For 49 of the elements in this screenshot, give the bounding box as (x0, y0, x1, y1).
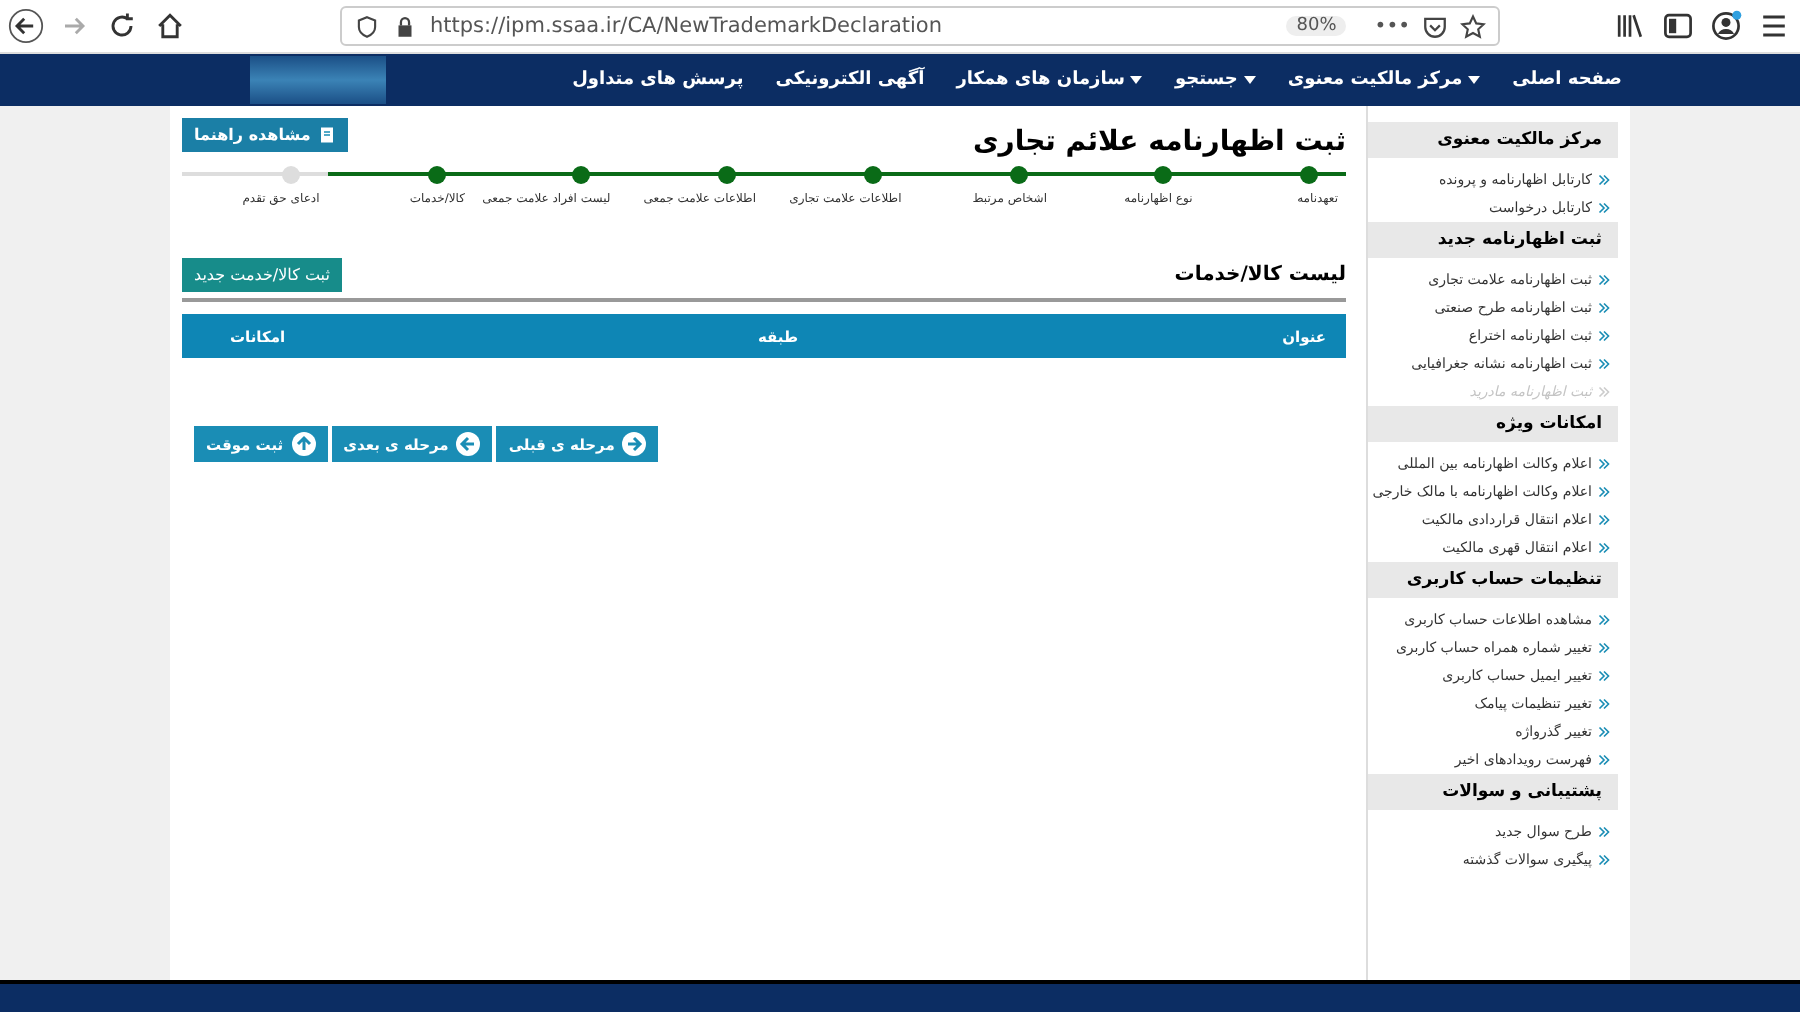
chevron-icon (1598, 386, 1610, 398)
sidebar-heading: امکانات ویژه (1368, 406, 1618, 442)
sidebar-heading: مرکز مالکیت معنوی (1368, 122, 1618, 158)
back-icon[interactable] (8, 8, 44, 44)
chevron-icon (1598, 754, 1610, 766)
nav-link[interactable]: جستجو (1174, 70, 1238, 90)
chevron-icon (1598, 514, 1610, 526)
page-actions-menu[interactable]: ••• (1374, 15, 1410, 37)
guide-button[interactable]: مشاهده راهنما (182, 118, 349, 152)
add-item-button[interactable]: ثبت کالا/خدمت جدید (182, 258, 342, 292)
url-text: https://ipm.ssaa.ir/CA/NewTrademarkDeclaration (430, 14, 944, 38)
logo-banner (250, 56, 386, 104)
sidebar-heading: تنظیمات حساب کاربری (1368, 562, 1618, 598)
zoom-level[interactable]: 80% (1286, 16, 1347, 36)
arrow-icon (622, 432, 647, 456)
chevron-icon (1598, 826, 1610, 838)
page-title: ثبت اظهارنامه علائم تجاری (972, 126, 1346, 158)
chevron-icon (1598, 274, 1610, 286)
chevron-icon (1598, 486, 1610, 498)
chevron-icon (1598, 614, 1610, 626)
arrow-icon (291, 432, 316, 456)
pocket-icon[interactable] (1422, 13, 1448, 39)
nav-link[interactable]: سازمان های همکار (956, 70, 1125, 90)
star-icon[interactable] (1460, 13, 1486, 39)
sidebar-heading: ثبت اظهارنامه جدید (1368, 222, 1618, 258)
address-bar[interactable]: https://ipm.ssaa.ir/CA/NewTrademarkDeclaration 80% ••• (340, 6, 1500, 46)
chevron-icon (1598, 358, 1610, 370)
account-icon[interactable] (1708, 8, 1744, 44)
nav-link[interactable]: مرکز مالکیت معنوی (1287, 70, 1463, 90)
nav-link[interactable]: صفحه اصلی (1512, 70, 1622, 90)
nav-link[interactable]: پرسش های متداول (572, 70, 744, 90)
sidebar-icon[interactable] (1660, 8, 1696, 44)
chevron-icon (1598, 302, 1610, 314)
arrow-icon (456, 432, 481, 456)
nav-link[interactable]: آگهی الکترونیکی (775, 70, 925, 90)
chevron-icon (1598, 542, 1610, 554)
chevron-icon (1598, 854, 1610, 866)
chevron-icon (1598, 698, 1610, 710)
chevron-icon (1598, 174, 1610, 186)
sidebar-heading: پشتیبانی و سوالات (1368, 774, 1618, 810)
chevron-icon (1598, 330, 1610, 342)
shield-icon (354, 13, 380, 39)
chevron-icon (1598, 458, 1610, 470)
chevron-icon (1598, 202, 1610, 214)
book-icon (318, 126, 337, 144)
chevron-icon (1598, 670, 1610, 682)
chevron-icon (1598, 726, 1610, 738)
section-title: لیست کالا/خدمات (1174, 264, 1346, 286)
chevron-icon (1598, 642, 1610, 654)
